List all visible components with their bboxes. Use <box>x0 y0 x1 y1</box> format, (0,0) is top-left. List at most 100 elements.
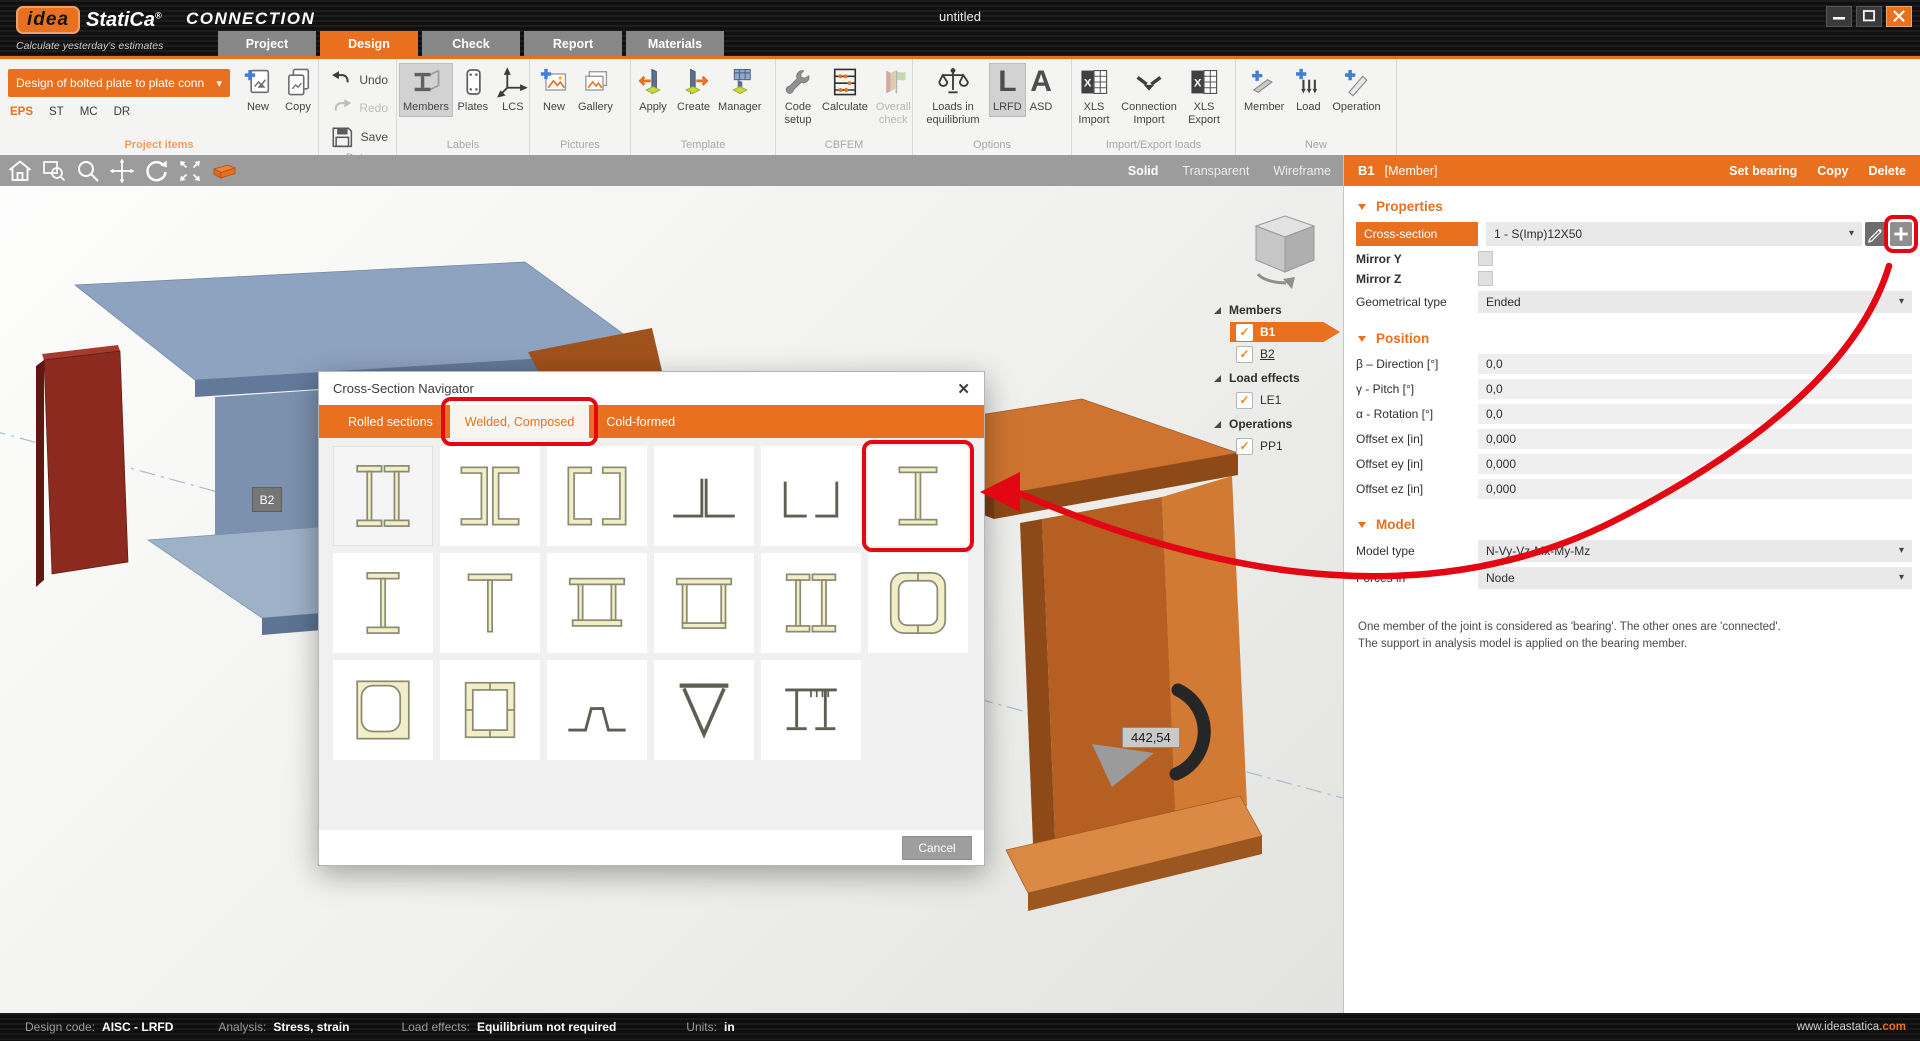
model-section-header[interactable]: Model <box>1344 504 1920 540</box>
code-eps[interactable]: EPS <box>10 106 33 118</box>
section-tile-hat[interactable] <box>547 660 647 760</box>
section-tile-i-narrow[interactable] <box>333 553 433 653</box>
beta-direction-field[interactable]: 0,0 <box>1478 354 1912 374</box>
code-mc[interactable]: MC <box>80 106 98 118</box>
lcs-toggle-button[interactable]: LCS <box>493 63 533 117</box>
code-setup-button[interactable]: Code setup <box>778 63 818 129</box>
tab-welded-composed[interactable]: Welded, Composed <box>450 405 590 438</box>
geometrical-type-dropdown[interactable]: Ended ▾ <box>1478 291 1912 313</box>
tab-rolled-sections[interactable]: Rolled sections <box>333 405 448 438</box>
rotate-view-button[interactable] <box>142 158 170 184</box>
section-tile-box-rounded[interactable] <box>868 553 968 653</box>
tab-project[interactable]: Project <box>218 31 316 56</box>
dialog-title-bar[interactable]: Cross-Section Navigator ✕ <box>319 372 984 405</box>
section-tile-double-tee-rail[interactable] <box>761 660 861 760</box>
copy-project-button[interactable]: Copy <box>278 63 318 117</box>
model-type-dropdown[interactable]: N-Vy-Vz-Mx-My-Mz ▾ <box>1478 540 1912 562</box>
lrfd-button[interactable]: L LRFD <box>989 63 1026 117</box>
section-tile-box-plates[interactable] <box>440 660 540 760</box>
section-tile-angles-inverted-tee[interactable] <box>654 446 754 546</box>
pan-button[interactable] <box>108 158 136 184</box>
tree-item-b2[interactable]: ✓ B2 <box>1212 344 1340 364</box>
template-apply-button[interactable]: Apply <box>633 63 673 117</box>
project-item-dropdown[interactable]: Design of bolted plate to plate conn ▾ <box>8 69 230 97</box>
end-plate-red[interactable] <box>36 345 128 587</box>
code-dr[interactable]: DR <box>114 106 131 118</box>
alpha-rotation-field[interactable]: 0,0 <box>1478 404 1912 424</box>
tab-cold-formed[interactable]: Cold-formed <box>591 405 690 438</box>
section-tile-vee[interactable] <box>654 660 754 760</box>
template-create-button[interactable]: Create <box>673 63 714 117</box>
offset-ey-field[interactable]: 0,000 <box>1478 454 1912 474</box>
section-tile-angles-u[interactable] <box>761 446 861 546</box>
code-st[interactable]: ST <box>49 106 64 118</box>
tab-design[interactable]: Design <box>320 31 418 56</box>
asd-button[interactable]: A ASD <box>1026 63 1057 117</box>
b1-checkbox[interactable]: ✓ <box>1236 324 1253 341</box>
cross-section-dropdown[interactable]: 1 - S(Imp)12X50 ▾ <box>1486 222 1862 246</box>
picture-new-button[interactable]: New <box>534 63 574 117</box>
members-toggle-button[interactable]: Members <box>399 63 453 117</box>
mirror-y-checkbox[interactable] <box>1478 251 1493 266</box>
le1-checkbox[interactable]: ✓ <box>1236 392 1253 409</box>
section-tile-channels-toes-in[interactable] <box>547 446 647 546</box>
orientation-cube[interactable] <box>1249 210 1321 292</box>
section-tile-double-i[interactable] <box>333 446 433 546</box>
close-button[interactable] <box>1886 6 1912 27</box>
zoom-button[interactable] <box>74 158 102 184</box>
section-tile-box-top-bottom-flange[interactable] <box>547 553 647 653</box>
edit-cross-section-button[interactable] <box>1865 222 1887 246</box>
mode-wireframe[interactable]: Wireframe <box>1273 164 1331 178</box>
position-section-header[interactable]: Position <box>1344 318 1920 354</box>
section-tile-channels-toes-out[interactable] <box>440 446 540 546</box>
undo-button[interactable]: Undo <box>329 67 388 92</box>
zoom-window-button[interactable] <box>40 158 68 184</box>
loads-in-equilibrium-button[interactable]: Loads in equilibrium <box>917 63 989 129</box>
tree-item-b1[interactable]: ✓ B1 <box>1230 322 1340 342</box>
redo-button[interactable]: Redo <box>329 95 388 120</box>
connection-import-button[interactable]: Connection Import <box>1114 63 1184 129</box>
overall-check-button[interactable]: Overall check <box>872 63 915 129</box>
pp1-checkbox[interactable]: ✓ <box>1236 438 1253 455</box>
mode-solid[interactable]: Solid <box>1128 164 1159 178</box>
b2-checkbox[interactable]: ✓ <box>1236 346 1253 363</box>
offset-ex-field[interactable]: 0,000 <box>1478 429 1912 449</box>
copy-member-button[interactable]: Copy <box>1817 164 1848 178</box>
restore-button[interactable] <box>1856 6 1882 27</box>
section-tile-box-corner[interactable] <box>333 660 433 760</box>
mirror-z-checkbox[interactable] <box>1478 271 1493 286</box>
tree-item-le1[interactable]: ✓ LE1 <box>1212 390 1340 410</box>
section-tile-thin-i[interactable] <box>868 446 968 546</box>
forces-in-dropdown[interactable]: Node ▾ <box>1478 567 1912 589</box>
properties-section-header[interactable]: Properties <box>1344 186 1920 222</box>
minimize-button[interactable] <box>1826 6 1852 27</box>
cancel-button[interactable]: Cancel <box>902 836 972 860</box>
tab-check[interactable]: Check <box>422 31 520 56</box>
tab-report[interactable]: Report <box>524 31 622 56</box>
expander-icon[interactable] <box>1214 421 1221 428</box>
xls-export-button[interactable]: X XLS Export <box>1184 63 1224 129</box>
save-button[interactable]: Save <box>329 124 388 151</box>
new-project-button[interactable]: New <box>238 63 278 117</box>
new-load-button[interactable]: Load <box>1288 63 1328 117</box>
xls-import-button[interactable]: X XLS Import <box>1074 63 1114 129</box>
expander-icon[interactable] <box>1214 375 1221 382</box>
add-cross-section-button[interactable] <box>1890 222 1912 246</box>
solid-brick-button[interactable] <box>210 158 238 184</box>
set-bearing-button[interactable]: Set bearing <box>1729 164 1797 178</box>
calculate-button[interactable]: Calculate <box>818 63 872 117</box>
zoom-fit-button[interactable] <box>176 158 204 184</box>
tab-materials[interactable]: Materials <box>626 31 724 56</box>
delete-member-button[interactable]: Delete <box>1868 164 1906 178</box>
offset-ez-field[interactable]: 0,000 <box>1478 479 1912 499</box>
gallery-button[interactable]: Gallery <box>574 63 617 117</box>
gamma-pitch-field[interactable]: 0,0 <box>1478 379 1912 399</box>
section-tile-tee[interactable] <box>440 553 540 653</box>
expander-icon[interactable] <box>1214 307 1221 314</box>
home-view-button[interactable] <box>6 158 34 184</box>
website-link[interactable]: www.ideastatica.com <box>1797 1021 1906 1033</box>
template-manager-button[interactable]: Manager <box>714 63 765 117</box>
plates-toggle-button[interactable]: Plates <box>453 63 493 117</box>
dialog-close-button[interactable]: ✕ <box>957 380 970 398</box>
section-tile-box-top-flange[interactable] <box>654 553 754 653</box>
